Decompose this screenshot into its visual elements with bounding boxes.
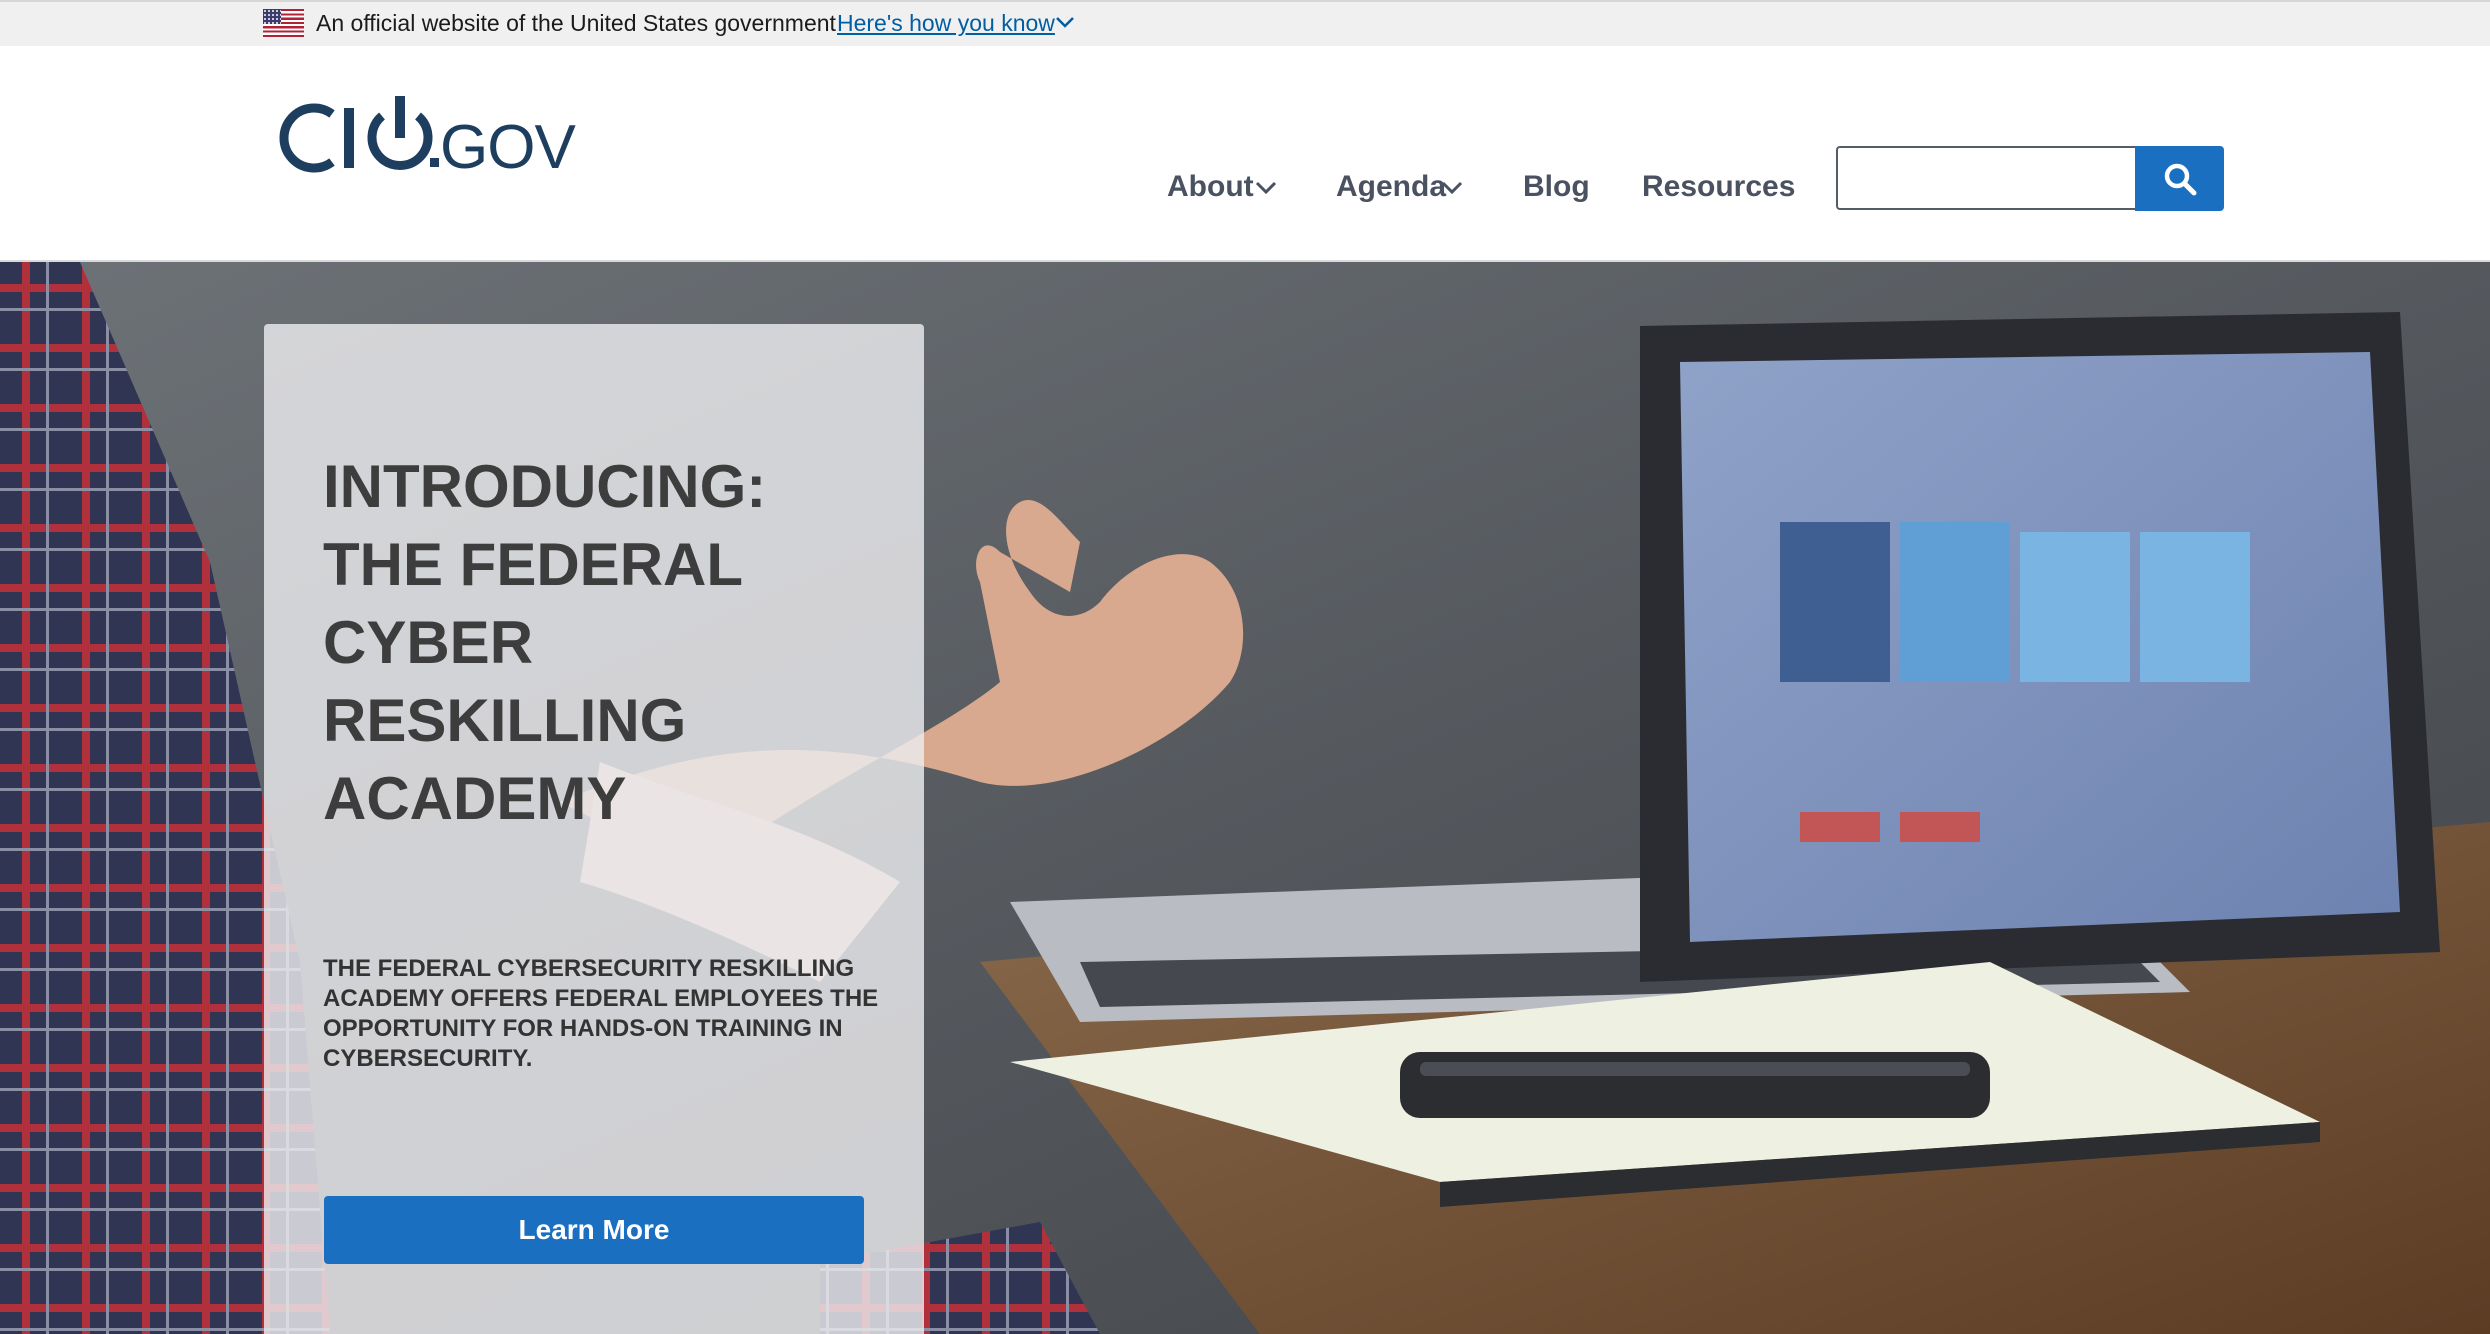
hero-card: INTRODUCING: THE FEDERAL CYBER RESKILLIN… bbox=[264, 324, 924, 1334]
heres-how-you-know-link[interactable]: Here's how you know bbox=[837, 10, 1055, 37]
search-input[interactable] bbox=[1836, 146, 2136, 210]
nav-agenda[interactable]: Agenda bbox=[1336, 170, 1446, 204]
official-website-text: An official website of the United States… bbox=[316, 10, 836, 36]
nav-blog[interactable]: Blog bbox=[1523, 170, 1590, 204]
hero-section: INTRODUCING: THE FEDERAL CYBER RESKILLIN… bbox=[0, 262, 2490, 1334]
search-button[interactable] bbox=[2135, 146, 2224, 211]
site-header: GOV About Agenda Blog Resources bbox=[0, 46, 2490, 262]
nav-resources[interactable]: Resources bbox=[1642, 170, 1795, 204]
learn-more-button[interactable]: Learn More bbox=[324, 1196, 864, 1264]
nav-about[interactable]: About bbox=[1167, 170, 1254, 204]
us-flag-icon bbox=[263, 9, 304, 37]
svg-text:GOV: GOV bbox=[440, 113, 576, 182]
cio-gov-logo-mark: GOV bbox=[279, 96, 577, 182]
search-icon bbox=[2164, 163, 2197, 196]
about-chevron-down-icon[interactable] bbox=[1255, 181, 1277, 195]
cio-gov-logo[interactable]: GOV bbox=[270, 92, 630, 182]
chevron-down-icon[interactable] bbox=[1055, 16, 1075, 28]
hero-description: THE FEDERAL CYBERSECURITY RESKILLING ACA… bbox=[323, 955, 879, 1072]
gov-banner: An official website of the United States… bbox=[0, 0, 2490, 46]
hero-title: INTRODUCING: THE FEDERAL CYBER RESKILLIN… bbox=[323, 453, 767, 832]
agenda-chevron-down-icon[interactable] bbox=[1441, 181, 1463, 195]
